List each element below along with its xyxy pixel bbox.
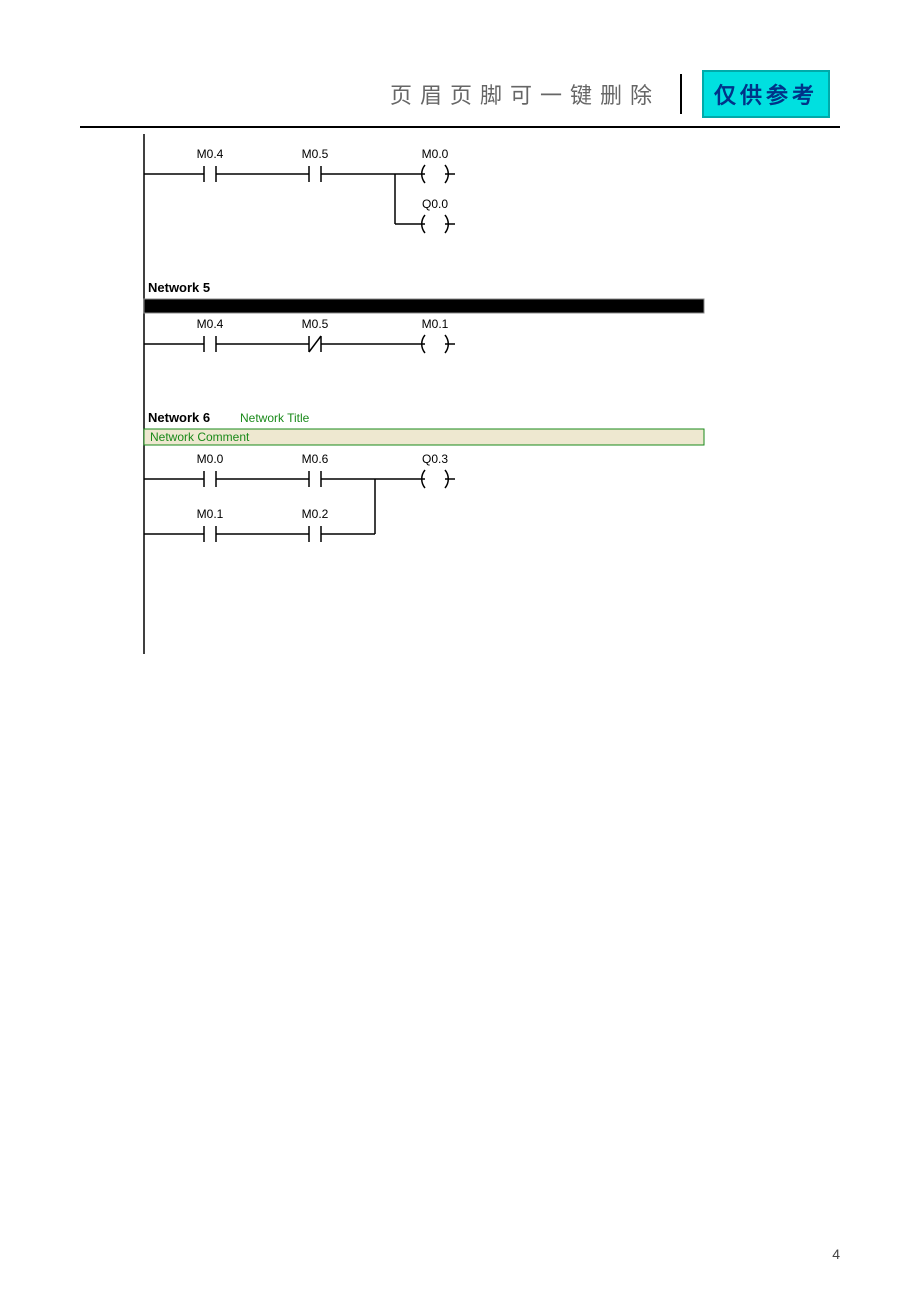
contact-no <box>190 166 230 182</box>
network-title: Network Title <box>240 411 310 425</box>
contact-no <box>190 526 230 542</box>
network-label: Network 6 <box>148 410 210 425</box>
contact-no <box>295 471 335 487</box>
coil <box>415 165 455 183</box>
coil <box>415 335 455 353</box>
network-comment: Network Comment <box>150 430 250 444</box>
contact-label: M0.1 <box>197 507 224 521</box>
coil <box>415 215 455 233</box>
header-text: 页眉页脚可一键删除 <box>390 78 660 110</box>
rung-n6-r2: M0.1 M0.2 <box>144 507 375 542</box>
contact-no <box>190 336 230 352</box>
coil <box>415 470 455 488</box>
contact-no <box>190 471 230 487</box>
contact-label: M0.2 <box>302 507 329 521</box>
reference-badge: 仅供参考 <box>702 70 830 118</box>
header-rule <box>80 126 840 128</box>
contact-label: M0.6 <box>302 452 329 466</box>
header-divider <box>680 74 682 114</box>
contact-no <box>295 526 335 542</box>
contact-label: M0.0 <box>197 452 224 466</box>
contact-nc <box>295 336 335 352</box>
contact-label: M0.4 <box>197 317 224 331</box>
network-bar <box>144 299 704 313</box>
coil-label: Q0.0 <box>422 197 448 211</box>
rung-n5: M0.4 M0.5 M0.1 <box>144 317 455 353</box>
coil-label: M0.0 <box>422 147 449 161</box>
coil-label: Q0.3 <box>422 452 448 466</box>
ladder-diagram: M0.4 M0.5 M0.0 Q0.0 Network 5 <box>80 134 840 654</box>
network-label: Network 5 <box>148 280 210 295</box>
coil-label: M0.1 <box>422 317 449 331</box>
ladder-svg: M0.4 M0.5 M0.0 Q0.0 Network 5 <box>140 134 740 654</box>
page-number: 4 <box>832 1246 840 1262</box>
contact-label: M0.5 <box>302 317 329 331</box>
rung-n6-r1: M0.0 M0.6 Q0.3 <box>144 452 455 534</box>
rung-top: M0.4 M0.5 M0.0 Q0.0 <box>144 147 455 233</box>
page-header: 页眉页脚可一键删除 仅供参考 <box>80 70 840 118</box>
contact-label: M0.4 <box>197 147 224 161</box>
contact-label: M0.5 <box>302 147 329 161</box>
contact-no <box>295 166 335 182</box>
